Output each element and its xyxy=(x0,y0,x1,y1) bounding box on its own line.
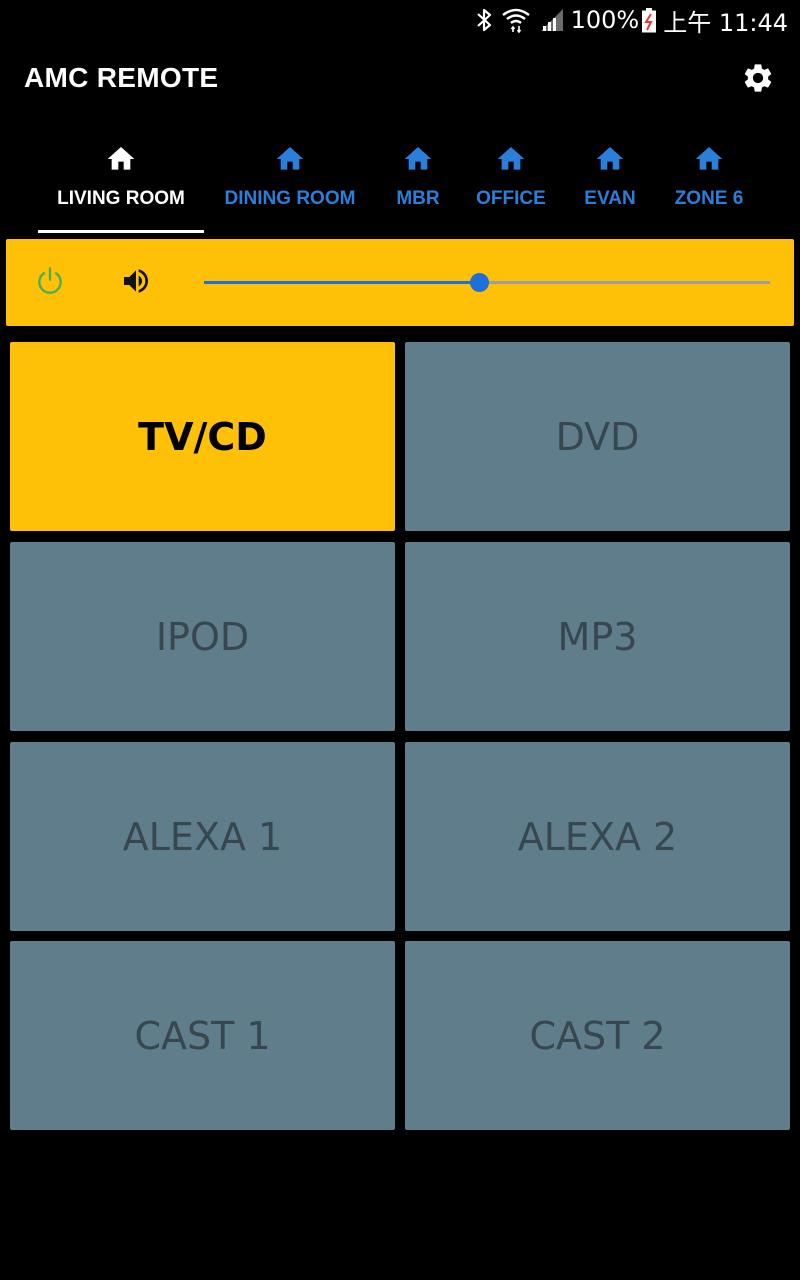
volume-slider[interactable] xyxy=(204,269,770,297)
tab-label: MBR xyxy=(396,188,440,209)
slider-fill xyxy=(204,281,479,284)
home-icon xyxy=(105,140,137,174)
home-icon xyxy=(693,140,725,174)
control-strip xyxy=(6,239,794,326)
source-button-alexa-2[interactable]: ALEXA 2 xyxy=(405,742,790,931)
source-button-ipod[interactable]: IPOD xyxy=(10,542,395,731)
settings-button[interactable] xyxy=(740,62,776,98)
tab-label: EVAN xyxy=(584,188,636,209)
source-button-dvd[interactable]: DVD xyxy=(405,342,790,531)
home-icon xyxy=(594,140,626,174)
slider-thumb[interactable] xyxy=(469,273,489,292)
source-button-alexa-1[interactable]: ALEXA 1 xyxy=(10,742,395,931)
tab-label: LIVING ROOM xyxy=(57,188,185,209)
source-button-tv-cd[interactable]: TV/CD xyxy=(10,342,395,531)
tab-zone-6[interactable]: ZONE 6 xyxy=(664,130,754,234)
power-icon xyxy=(34,265,66,302)
gear-icon xyxy=(741,61,775,100)
battery-percent: 100% xyxy=(570,6,640,34)
tab-dining-room[interactable]: DINING ROOM xyxy=(215,130,365,234)
volume-icon xyxy=(120,265,152,302)
app-bar: AMC REMOTE xyxy=(0,40,800,124)
power-button[interactable] xyxy=(32,265,68,301)
tab-label: OFFICE xyxy=(476,188,546,209)
signal-icon xyxy=(539,7,565,33)
app-title: AMC REMOTE xyxy=(24,62,219,93)
volume-button[interactable] xyxy=(118,265,154,301)
source-button-mp3[interactable]: MP3 xyxy=(405,542,790,731)
wifi-icon xyxy=(501,7,531,33)
source-button-cast-1[interactable]: CAST 1 xyxy=(10,941,395,1130)
clock: 上午 11:44 xyxy=(663,8,788,37)
home-icon xyxy=(402,140,434,174)
bluetooth-icon xyxy=(475,7,493,33)
status-bar: 100% 上午 11:44 xyxy=(0,0,800,40)
tab-indicator xyxy=(38,230,204,233)
tab-office[interactable]: OFFICE xyxy=(466,130,556,234)
source-button-cast-2[interactable]: CAST 2 xyxy=(405,941,790,1130)
tab-label: DINING ROOM xyxy=(224,188,356,209)
tab-label: ZONE 6 xyxy=(674,188,744,209)
battery-icon xyxy=(641,7,657,33)
tab-mbr[interactable]: MBR xyxy=(378,130,458,234)
tab-evan[interactable]: EVAN xyxy=(570,130,650,234)
tab-living-room[interactable]: LIVING ROOM xyxy=(38,130,204,234)
home-icon xyxy=(274,140,306,174)
zone-tabs: LIVING ROOM DINING ROOM MBR OFFICE EVAN … xyxy=(0,130,800,234)
home-icon xyxy=(495,140,527,174)
